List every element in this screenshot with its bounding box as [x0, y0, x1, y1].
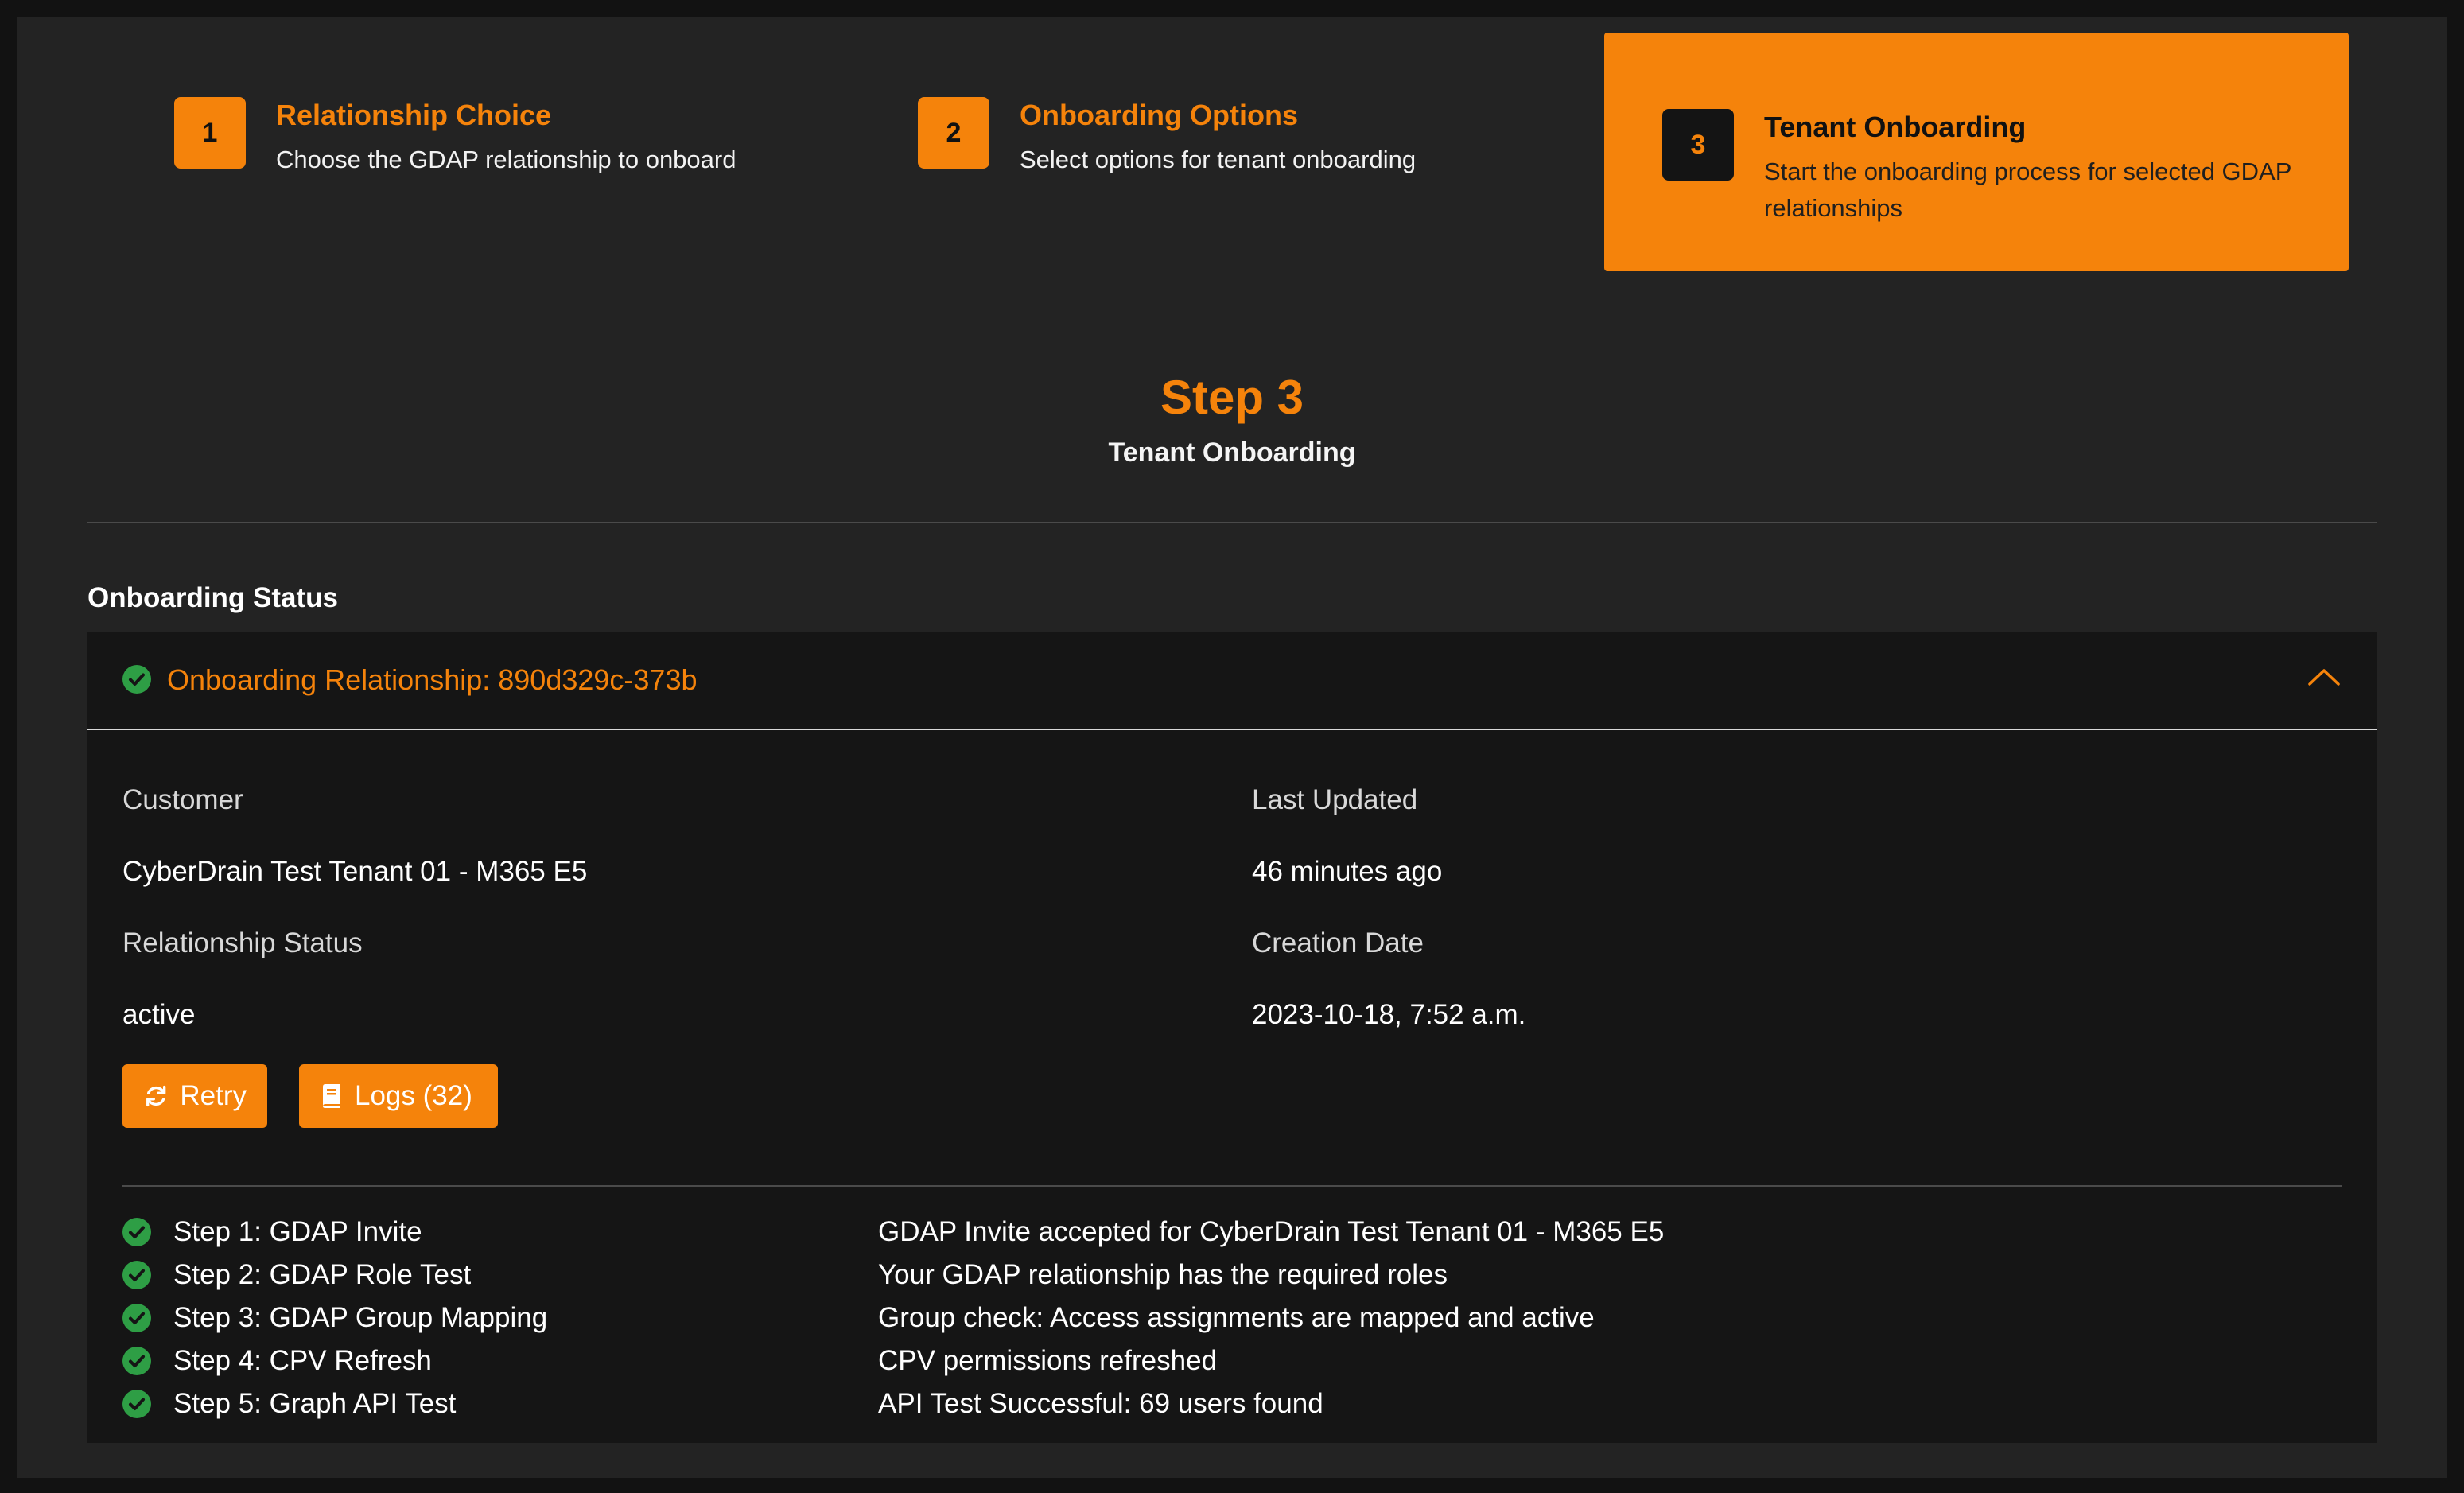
step-message: Your GDAP relationship has the required … — [878, 1259, 1448, 1290]
onboarding-step-row: Step 4: CPV Refresh CPV permissions refre… — [122, 1339, 2342, 1382]
step-description: Start the onboarding process for selecte… — [1764, 157, 2291, 222]
accordion-header[interactable]: Onboarding Relationship: 890d329c-373b — [87, 632, 2377, 730]
step-message: Group check: Access assignments are mapp… — [878, 1302, 1595, 1333]
step-title: Tenant Onboarding — [1764, 111, 2027, 143]
check-circle-icon — [122, 665, 151, 694]
onboarding-step-row: Step 1: GDAP Invite GDAP Invite accepted … — [122, 1211, 2342, 1254]
onboarding-step-row: Step 3: GDAP Group Mapping Group check: A… — [122, 1297, 2342, 1339]
step-number-badge: 3 — [1662, 109, 1734, 181]
step-name: Step 1: GDAP Invite — [173, 1216, 422, 1247]
step-message: GDAP Invite accepted for CyberDrain Test… — [878, 1216, 1665, 1247]
book-icon — [323, 1084, 340, 1108]
step-name: Step 5: Graph API Test — [173, 1388, 457, 1419]
logs-button-label: Logs (32) — [355, 1080, 472, 1111]
stepper-step-3-active[interactable]: 3 Tenant Onboarding Start the onboarding… — [1604, 33, 2349, 271]
refresh-icon — [146, 1085, 166, 1107]
check-circle-icon — [122, 1347, 151, 1375]
stepper-step-1[interactable]: 1 Relationship Choice Choose the GDAP re… — [174, 97, 736, 178]
onboarding-step-row: Step 2: GDAP Role Test Your GDAP relation… — [122, 1254, 2342, 1297]
app-window: 1 Relationship Choice Choose the GDAP re… — [17, 17, 2447, 1478]
check-circle-icon — [122, 1261, 151, 1289]
last-updated-value: 46 minutes ago — [1252, 856, 1443, 887]
relationship-status-value: active — [122, 999, 196, 1030]
section-title: Onboarding Status — [87, 582, 338, 613]
step-title: Onboarding Options — [1020, 99, 1298, 131]
customer-label: Customer — [122, 784, 243, 815]
retry-button[interactable]: Retry — [122, 1064, 267, 1128]
step-number-badge: 2 — [918, 97, 989, 169]
step-message: CPV permissions refreshed — [878, 1345, 1217, 1376]
step-description: Choose the GDAP relationship to onboard — [276, 146, 736, 173]
step-heading: Step 3 Tenant Onboarding — [17, 367, 2447, 469]
creation-date-label: Creation Date — [1252, 927, 1424, 958]
relationship-status-label: Relationship Status — [122, 927, 363, 958]
check-circle-icon — [122, 1218, 151, 1246]
relationship-accordion: Onboarding Relationship: 890d329c-373b C… — [87, 632, 2377, 1443]
step-name: Step 2: GDAP Role Test — [173, 1259, 472, 1290]
chevron-up-icon[interactable] — [2307, 665, 2342, 689]
stepper-step-3: 3 Tenant Onboarding Start the onboarding… — [1662, 109, 2321, 227]
step-name: Step 3: GDAP Group Mapping — [173, 1302, 548, 1333]
logs-button[interactable]: Logs (32) — [299, 1064, 498, 1128]
accordion-title: Onboarding Relationship: 890d329c-373b — [167, 663, 698, 696]
divider — [122, 1185, 2342, 1187]
page-title: Step 3 — [1160, 371, 1304, 424]
check-circle-icon — [122, 1390, 151, 1418]
onboarding-step-row: Step 5: Graph API Test API Test Successfu… — [122, 1382, 2342, 1425]
step-message: API Test Successful: 69 users found — [878, 1388, 1323, 1419]
creation-date-value: 2023-10-18, 7:52 a.m. — [1252, 999, 1526, 1030]
step-description: Select options for tenant onboarding — [1020, 146, 1417, 173]
check-circle-icon — [122, 1304, 151, 1332]
retry-button-label: Retry — [180, 1080, 247, 1111]
customer-value: CyberDrain Test Tenant 01 - M365 E5 — [122, 856, 588, 887]
last-updated-label: Last Updated — [1252, 784, 1418, 815]
step-name: Step 4: CPV Refresh — [173, 1345, 432, 1376]
divider — [87, 522, 2377, 523]
step-title: Relationship Choice — [276, 99, 552, 131]
page-subtitle: Tenant Onboarding — [1108, 437, 1356, 468]
stepper-step-2[interactable]: 2 Onboarding Options Select options for … — [918, 97, 1416, 178]
step-number-badge: 1 — [174, 97, 246, 169]
